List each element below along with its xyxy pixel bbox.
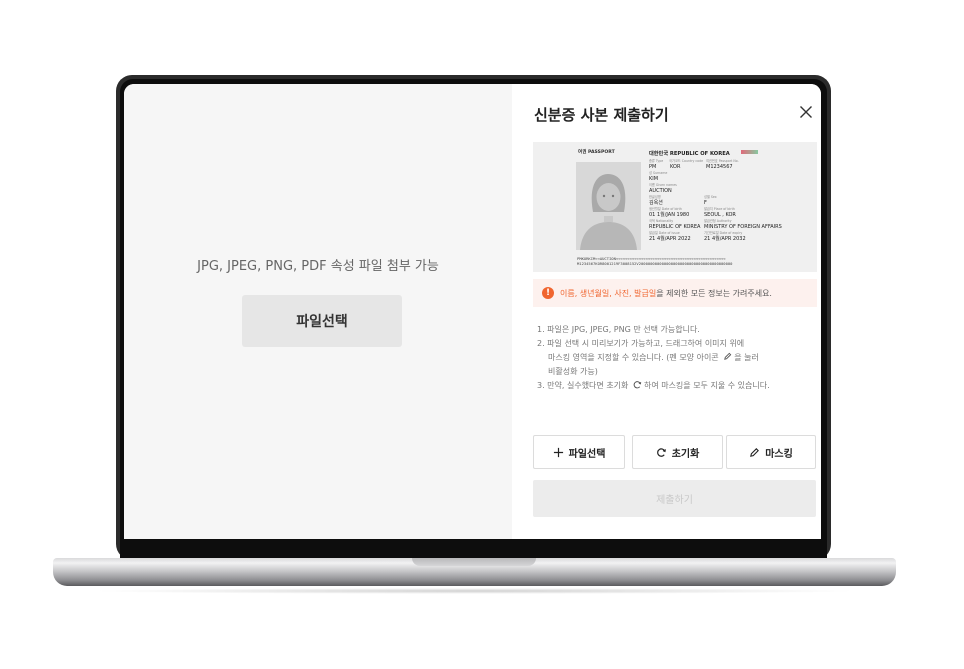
- passport-no-label: 여권번호 Passport No.: [706, 159, 739, 163]
- type-label: 종류 Type: [649, 159, 664, 163]
- instruction-2a: 2. 파일 선택 시 미리보기가 가능하고, 드래그하여 이미지 위에: [537, 339, 745, 348]
- code-value: KOR: [670, 164, 681, 170]
- masking-button[interactable]: 마스킹: [726, 435, 816, 469]
- expiry-label: 기간만료일 Date of expiry: [704, 231, 743, 235]
- refresh-icon: [656, 447, 666, 457]
- notice-text: 이름, 생년월일, 사진, 발급일을 제외한 모든 정보는 가려주세요.: [560, 288, 772, 299]
- plus-icon: [553, 447, 563, 457]
- instruction-2b-text: 마스킹 영역을 지정할 수 있습니다. (펜 모양 아이콘: [548, 353, 719, 362]
- warning-icon: !: [542, 287, 554, 299]
- add-file-button[interactable]: 파일선택: [533, 435, 625, 469]
- reset-button[interactable]: 초기화: [632, 435, 723, 469]
- add-file-label: 파일선택: [568, 448, 606, 460]
- pen-icon: [724, 352, 732, 360]
- laptop-chin: [120, 539, 827, 560]
- type-value: PM: [649, 164, 657, 170]
- authority-value: MINISTRY OF FOREIGN AFFAIRS: [704, 224, 782, 230]
- laptop-notch: [412, 558, 536, 566]
- mrz-line-2: M1234567KOR8001219F3008152V2000000000000…: [577, 261, 733, 266]
- file-preview-pane: JPG, JPEG, PNG, PDF 속성 파일 첨부 가능 파일선택: [124, 84, 512, 539]
- korean-name-value: 김옥션: [649, 200, 663, 206]
- passport-country-title: 대한민국 REPUBLIC OF KOREA: [649, 151, 730, 157]
- given-label: 이름 Given names: [649, 183, 677, 187]
- laptop-mockup: JPG, JPEG, PNG, PDF 속성 파일 첨부 가능 파일선택 신분증…: [0, 0, 964, 669]
- close-icon[interactable]: [799, 105, 813, 119]
- instruction-2d: 비활성화 가능): [548, 367, 598, 376]
- instruction-3b-text: 하여 마스킹을 모두 지울 수 있습니다.: [643, 381, 770, 390]
- id-submit-panel: 신분증 사본 제출하기 여권 PASSPORT 대한민국 REPUBLIC OF…: [512, 84, 821, 539]
- passport-no-value: M1234567: [706, 164, 733, 170]
- screen: JPG, JPEG, PNG, PDF 속성 파일 첨부 가능 파일선택 신분증…: [124, 84, 821, 539]
- authority-label: 발급관청 Authority: [704, 219, 732, 223]
- notice-rest: 을 제외한 모든 정보는 가려주세요.: [656, 289, 772, 298]
- reset-label: 초기화: [671, 448, 700, 460]
- pen-icon: [750, 447, 760, 457]
- issue-label: 발급일 Date of issue: [649, 231, 680, 235]
- notice-highlight: 이름, 생년월일, 사진, 발급일: [560, 289, 657, 298]
- pob-value: SEOUL , KOR: [704, 212, 736, 218]
- submit-button[interactable]: 제출하기: [533, 480, 816, 517]
- instruction-2c-text: 을 눌러: [734, 353, 759, 362]
- issue-value: 21 4월/APR 2022: [649, 236, 691, 242]
- dialog-title: 신분증 사본 제출하기: [534, 106, 669, 124]
- sex-label: 성별 Sex: [704, 195, 717, 199]
- instruction-3: 3. 만약, 실수했다면 초기화 하여 마스킹을 모두 지울 수 있습니다.: [537, 379, 817, 393]
- refresh-icon: [633, 381, 642, 389]
- person-silhouette-icon: [576, 162, 641, 250]
- code-label: 국가코드 Country code: [669, 159, 704, 163]
- dob-label: 생년월일 Date of birth: [649, 207, 682, 211]
- surname-label: 성 Surname: [649, 171, 668, 175]
- masking-label: 마스킹: [765, 448, 793, 460]
- instruction-1: 1. 파일은 JPG, JPEG, PNG 만 선택 가능합니다.: [537, 325, 700, 334]
- nationality-value: REPUBLIC OF KOREA: [649, 224, 701, 230]
- passport-sample-image: 여권 PASSPORT 대한민국 REPUBLIC OF KOREA 종류 Ty…: [533, 142, 817, 272]
- instruction-3a-text: 3. 만약, 실수했다면 초기화: [537, 381, 629, 390]
- expiry-value: 21 4월/APR 2032: [704, 236, 746, 242]
- file-format-hint: JPG, JPEG, PNG, PDF 속성 파일 첨부 가능: [197, 259, 439, 274]
- surname-value: KIM: [649, 176, 659, 182]
- passport-photo: [576, 162, 641, 250]
- korean-name-label: 한글성명: [649, 195, 661, 199]
- sex-value: F: [704, 200, 707, 206]
- nationality-label: 국적 Nationality: [649, 219, 674, 223]
- masking-notice: ! 이름, 생년월일, 사진, 발급일을 제외한 모든 정보는 가려주세요.: [533, 279, 817, 307]
- pob-label: 발급지 Place of birth: [704, 207, 735, 211]
- laptop-shadow: [90, 588, 860, 594]
- dob-value: 01 1월/JAN 1980: [649, 212, 690, 218]
- instructions: 1. 파일은 JPG, JPEG, PNG 만 선택 가능합니다. 2. 파일 …: [537, 323, 817, 393]
- given-value: AUCTION: [649, 188, 672, 194]
- passport-flag-stripe: [741, 150, 758, 154]
- instruction-2b: 마스킹 영역을 지정할 수 있습니다. (펜 모양 아이콘 을 눌러: [537, 351, 817, 365]
- select-file-button[interactable]: 파일선택: [242, 295, 402, 347]
- passport-doc-label: 여권 PASSPORT: [578, 150, 615, 155]
